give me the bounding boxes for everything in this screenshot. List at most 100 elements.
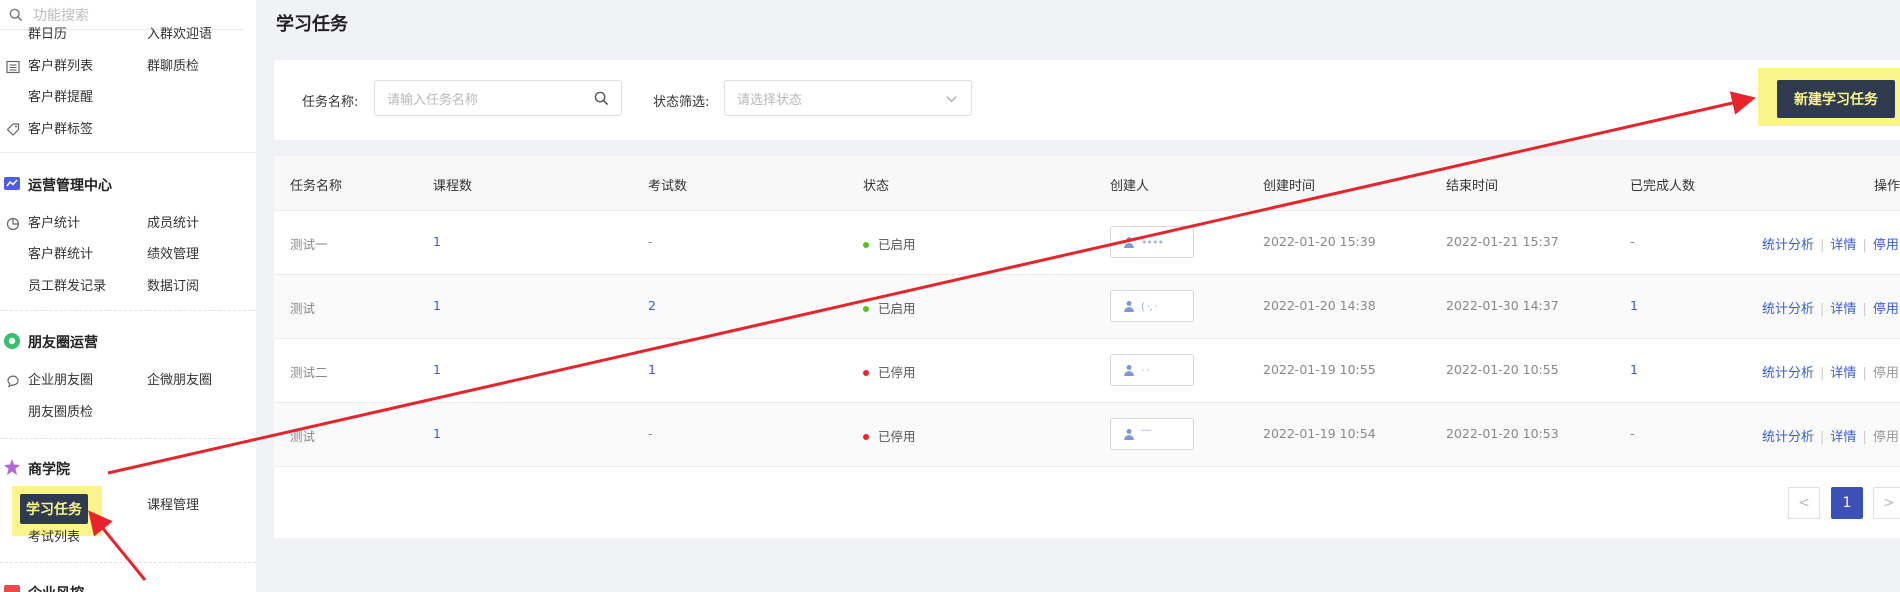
status-text: 已停用 [878,365,916,380]
end-time-cell: 2022-01-20 10:53 [1446,426,1559,441]
column-header: 创建时间 [1263,179,1316,194]
status-dot [863,369,869,376]
tag-icon [6,123,20,136]
row-actions: 统计分析 | 详情 | 停用 [1762,238,1899,253]
sidebar-item-mass-send-records[interactable]: 员工群发记录 [28,278,106,296]
details-link[interactable]: 详情 [1830,238,1856,253]
status-filter-select[interactable]: 请选择状态 [724,80,972,116]
completed-count-cell: - [1630,426,1635,441]
search-icon [9,8,23,21]
stats-analysis-link[interactable]: 统计分析 [1762,302,1814,317]
sidebar-item-welcome-message[interactable]: 入群欢迎语 [147,26,212,44]
sidebar-divider [0,562,256,563]
disable-link[interactable]: 停用 [1873,302,1899,317]
exam-count-cell[interactable]: 2 [648,298,656,313]
disable-link: 停用 [1872,366,1899,381]
sidebar-item-course-management[interactable]: 课程管理 [147,497,199,515]
disable-link[interactable]: 停用 [1873,238,1899,253]
person-icon [1124,301,1134,312]
details-link[interactable]: 详情 [1830,302,1856,317]
status-filter-placeholder: 请选择状态 [737,92,803,108]
row-actions: 统计分析 | 详情 | 停用 [1762,430,1899,445]
course-count-cell[interactable]: 1 [433,234,441,249]
completed-count-cell: - [1630,234,1635,249]
table-row: 测试 1 2 已启用 ( ·, · 2022-01-20 14:38 2022-… [274,275,1900,339]
column-header: 创建人 [1110,179,1150,194]
course-count-cell[interactable]: 1 [433,298,441,313]
sidebar-item-group-calendar[interactable]: 群日历 [28,26,67,44]
completed-count-cell[interactable]: 1 [1630,298,1638,313]
exam-count-cell[interactable]: 1 [648,362,656,377]
created-time-cell: 2022-01-20 14:38 [1263,298,1376,313]
status-cell: 已停用 [863,426,916,445]
prev-page-button[interactable]: < [1788,487,1820,519]
risk-control-icon [4,585,20,592]
task-name-cell: 测试 [290,301,316,316]
sidebar-item-customer-group-stats[interactable]: 客户群统计 [28,246,93,264]
chevron-down-icon [946,96,957,103]
table-row: 测试二 1 1 已停用 · · 2022-01-19 10:55 2022-01… [274,339,1900,403]
details-link[interactable]: 详情 [1830,366,1856,381]
sidebar-item-moments-inspection[interactable]: 朋友圈质检 [28,404,93,422]
list-icon [6,60,20,74]
sidebar-item-customer-group-reminder[interactable]: 客户群提醒 [28,89,93,107]
search-icon[interactable] [594,91,609,106]
row-actions: 统计分析 | 详情 | 停用 [1762,366,1899,381]
sidebar-divider [0,438,256,439]
creator-name: •••• [1141,235,1164,249]
exam-count-cell: - [648,234,653,249]
sidebar-item-data-subscription[interactable]: 数据订阅 [147,278,199,296]
stats-analysis-link[interactable]: 统计分析 [1762,366,1814,381]
page-title: 学习任务 [276,14,348,35]
creator-tag: ‾‾ [1110,418,1194,450]
column-header: 结束时间 [1446,179,1499,194]
sidebar-item-wecom-moments[interactable]: 企微朋友圈 [147,372,212,390]
sidebar-item-group-chat-inspection[interactable]: 群聊质检 [147,58,199,76]
stats-analysis-link[interactable]: 统计分析 [1762,430,1814,445]
analytics-icon [4,177,20,190]
task-name-input[interactable]: 请输入任务名称 [374,80,622,116]
status-text: 已启用 [878,237,916,252]
sidebar: 功能搜索 群日历 入群欢迎语 客户群列表 群聊质检 客户群提醒 客户群标签 运营… [0,0,256,592]
sidebar-item-enterprise-moments[interactable]: 企业朋友圈 [28,372,93,390]
exam-count-cell: - [648,426,653,441]
course-count-cell[interactable]: 1 [433,362,441,377]
column-header: 任务名称 [290,179,343,194]
table-row: 测试 1 - 已停用 ‾‾ 2022-01-19 10:54 2022-01-2… [274,403,1900,467]
task-name-placeholder: 请输入任务名称 [387,92,479,108]
sidebar-item-member-stats[interactable]: 成员统计 [147,215,199,233]
details-link[interactable]: 详情 [1830,430,1856,445]
task-table: 任务名称 课程数 考试数 状态 创建人 创建时间 结束时间 已完成人数 操作 测… [274,156,1900,538]
next-page-button[interactable]: > [1873,487,1900,519]
page-number-button[interactable]: 1 [1831,487,1863,519]
sidebar-item-performance[interactable]: 绩效管理 [147,246,199,264]
creator-tag: · · [1110,354,1194,386]
column-header: 状态 [863,179,890,194]
status-dot [863,305,869,312]
chat-bubble-icon [7,375,19,388]
course-count-cell[interactable]: 1 [433,426,441,441]
task-name-cell: 测试二 [290,365,328,380]
new-learning-task-button[interactable]: 新建学习任务 [1777,80,1895,118]
sidebar-item-exam-list[interactable]: 考试列表 [28,529,80,547]
table-header: 任务名称 课程数 考试数 状态 创建人 创建时间 结束时间 已完成人数 操作 [274,156,1900,211]
person-icon [1124,429,1134,440]
sidebar-item-customer-stats[interactable]: 客户统计 [28,215,80,233]
created-time-cell: 2022-01-20 15:39 [1263,234,1376,249]
table-row: 测试一 1 - 已启用 •••• 2022-01-20 15:39 2022-0… [274,211,1900,275]
sidebar-item-learning-tasks[interactable]: 学习任务 [20,494,88,524]
end-time-cell: 2022-01-30 14:37 [1446,298,1559,313]
task-name-cell: 测试一 [290,237,328,252]
creator-tag: ( ·, · [1110,290,1194,322]
end-time-cell: 2022-01-20 10:55 [1446,362,1559,377]
status-cell: 已启用 [863,298,916,317]
creator-tag: •••• [1110,226,1194,258]
stats-analysis-link[interactable]: 统计分析 [1762,238,1814,253]
column-header: 操作 [1874,179,1900,194]
column-header: 课程数 [433,179,473,194]
sidebar-item-customer-group-list[interactable]: 客户群列表 [28,58,93,76]
task-name-cell: 测试 [290,429,316,444]
completed-count-cell[interactable]: 1 [1630,362,1638,377]
status-text: 已启用 [878,301,916,316]
sidebar-item-customer-group-tags[interactable]: 客户群标签 [28,121,93,139]
